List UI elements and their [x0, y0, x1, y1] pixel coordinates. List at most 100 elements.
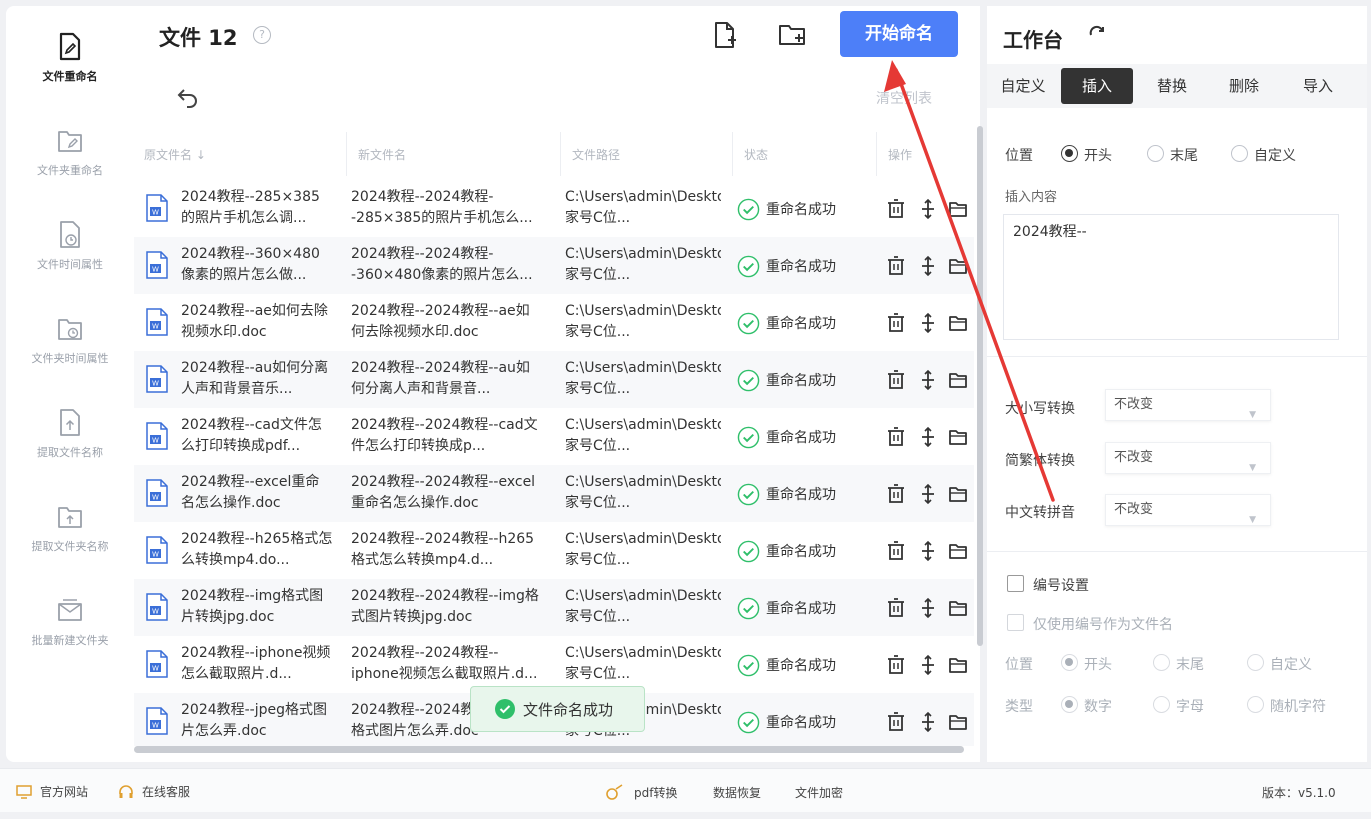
sidebar-item-extract-foldername[interactable]: 提取文件夹名称	[6, 502, 134, 554]
table-row[interactable]: W 2024教程--au如何分离人声和背景音乐... 2024教程--2024教程-…	[134, 351, 974, 408]
sidebar-item-batch-folder[interactable]: 批量新建文件夹	[6, 596, 134, 648]
move-icon[interactable]	[918, 711, 938, 733]
open-folder-icon[interactable]	[948, 654, 968, 676]
page-title: 文件 12	[159, 26, 238, 50]
original-filename: 2024教程--ae如何去除视频水印.doc	[181, 303, 328, 340]
sidebar-item-file-rename[interactable]: 文件重命名	[6, 32, 134, 84]
open-folder-icon[interactable]	[948, 711, 968, 733]
tab-replace[interactable]: 替换	[1139, 68, 1205, 104]
column-header-status: 状态	[744, 148, 769, 162]
open-folder-icon[interactable]	[948, 597, 968, 619]
position-option-start: 开头	[1084, 148, 1112, 164]
open-folder-icon[interactable]	[948, 426, 968, 448]
status-text: 重命名成功	[766, 430, 836, 446]
add-file-icon[interactable]	[710, 20, 740, 50]
trash-icon[interactable]	[886, 711, 906, 733]
open-folder-icon[interactable]	[948, 483, 968, 505]
table-row[interactable]: W 2024教程--ae如何去除视频水印.doc 2024教程--2024教程--a…	[134, 294, 974, 351]
file-encrypt-link[interactable]: 文件加密	[795, 784, 843, 801]
open-folder-icon[interactable]	[948, 312, 968, 334]
word-doc-icon: W	[146, 251, 168, 279]
status-bar: 官方网站 在线客服 pdf转换 数据恢复 文件加密 版本：v5.1.0	[0, 768, 1371, 812]
table-row[interactable]: W 2024教程--360×480像素的照片怎么做... 2024教程--2024教…	[134, 237, 974, 294]
undo-icon[interactable]	[176, 84, 200, 108]
column-header-original[interactable]: 原文件名 ↓	[144, 146, 206, 163]
position-radio-custom[interactable]	[1231, 145, 1248, 162]
move-icon[interactable]	[918, 198, 938, 220]
table-row[interactable]: W 2024教程--cad文件怎么打印转换成pdf... 2024教程--2024教…	[134, 408, 974, 465]
divider	[987, 356, 1367, 357]
refresh-icon[interactable]	[1087, 24, 1107, 44]
move-icon[interactable]	[918, 540, 938, 562]
select-value: 不改变	[1114, 502, 1154, 517]
open-folder-icon[interactable]	[948, 255, 968, 277]
num-position-option-start: 开头	[1084, 657, 1112, 673]
toast-message: 文件命名成功	[523, 700, 614, 719]
support-link[interactable]: 在线客服	[118, 783, 190, 800]
trash-icon[interactable]	[886, 597, 906, 619]
num-position-radio-start[interactable]	[1061, 654, 1078, 671]
move-icon[interactable]	[918, 369, 938, 391]
pinyin-label: 中文转拼音	[1005, 505, 1075, 521]
vertical-scrollbar[interactable]	[977, 126, 983, 646]
move-icon[interactable]	[918, 426, 938, 448]
status-text: 重命名成功	[766, 544, 836, 560]
tab-delete[interactable]: 删除	[1211, 68, 1277, 104]
open-folder-icon[interactable]	[948, 198, 968, 220]
trash-icon[interactable]	[886, 654, 906, 676]
table-row[interactable]: W 2024教程--img格式图片转换jpg.doc 2024教程--2024教程-…	[134, 579, 974, 636]
tab-insert[interactable]: 插入	[1061, 68, 1133, 104]
num-type-radio-letter[interactable]	[1153, 696, 1170, 713]
case-convert-select[interactable]: 不改变 ▼	[1105, 389, 1271, 421]
trash-icon[interactable]	[886, 312, 906, 334]
trash-icon[interactable]	[886, 426, 906, 448]
status-badge: 重命名成功	[737, 710, 836, 734]
sidebar-item-file-time[interactable]: 文件时间属性	[6, 220, 134, 272]
trash-icon[interactable]	[886, 255, 906, 277]
num-type-radio-digit[interactable]	[1061, 696, 1078, 713]
pdf-convert-link[interactable]: pdf转换	[604, 783, 677, 801]
status-badge: 重命名成功	[737, 254, 836, 278]
table-row[interactable]: W 2024教程--iphone视频怎么截取照片.d... 2024教程--2024…	[134, 636, 974, 693]
move-icon[interactable]	[918, 597, 938, 619]
position-radio-start[interactable]	[1061, 145, 1078, 162]
num-position-radio-custom[interactable]	[1247, 654, 1264, 671]
tab-custom[interactable]: 自定义	[993, 68, 1053, 104]
position-radio-end[interactable]	[1147, 145, 1164, 162]
pinyin-select[interactable]: 不改变 ▼	[1105, 494, 1271, 526]
num-position-radio-end[interactable]	[1153, 654, 1170, 671]
new-filename: 2024教程--2024教程--cad文件怎么打印转换成p...	[351, 417, 538, 454]
numbering-label: 编号设置	[1033, 578, 1089, 594]
new-filename: 2024教程--2024教程--360×480像素的照片怎么...	[351, 246, 533, 283]
trad-simp-select[interactable]: 不改变 ▼	[1105, 442, 1271, 474]
open-folder-icon[interactable]	[948, 369, 968, 391]
num-type-radio-random[interactable]	[1247, 696, 1264, 713]
add-folder-icon[interactable]	[777, 20, 807, 50]
trash-icon[interactable]	[886, 198, 906, 220]
trash-icon[interactable]	[886, 483, 906, 505]
numbering-only-checkbox[interactable]	[1007, 614, 1024, 631]
clear-list-button[interactable]: 清空列表	[876, 88, 932, 108]
data-recovery-link[interactable]: 数据恢复	[713, 784, 761, 801]
help-icon[interactable]: ?	[253, 26, 271, 44]
trash-icon[interactable]	[886, 540, 906, 562]
sidebar-item-folder-rename[interactable]: 文件夹重命名	[6, 126, 134, 178]
website-link[interactable]: 官方网站	[16, 783, 88, 800]
table-row[interactable]: W 2024教程--excel重命名怎么操作.doc 2024教程--2024教程-…	[134, 465, 974, 522]
sidebar-item-extract-filename[interactable]: 提取文件名称	[6, 408, 134, 460]
move-icon[interactable]	[918, 312, 938, 334]
tab-import[interactable]: 导入	[1285, 68, 1351, 104]
horizontal-scrollbar[interactable]	[134, 746, 964, 753]
file-path: C:\Users\admin\Desktop\百家号C位...	[565, 531, 721, 568]
start-rename-button[interactable]: 开始命名	[840, 11, 958, 57]
table-row[interactable]: W 2024教程--285×385的照片手机怎么调... 2024教程--2024教…	[134, 180, 974, 237]
numbering-checkbox[interactable]	[1007, 575, 1024, 592]
trash-icon[interactable]	[886, 369, 906, 391]
table-row[interactable]: W 2024教程--h265格式怎么转换mp4.do... 2024教程--2024…	[134, 522, 974, 579]
move-icon[interactable]	[918, 255, 938, 277]
insert-content-input[interactable]: 2024教程--	[1003, 214, 1339, 340]
move-icon[interactable]	[918, 654, 938, 676]
open-folder-icon[interactable]	[948, 540, 968, 562]
move-icon[interactable]	[918, 483, 938, 505]
sidebar-item-folder-time[interactable]: 文件夹时间属性	[6, 314, 134, 366]
